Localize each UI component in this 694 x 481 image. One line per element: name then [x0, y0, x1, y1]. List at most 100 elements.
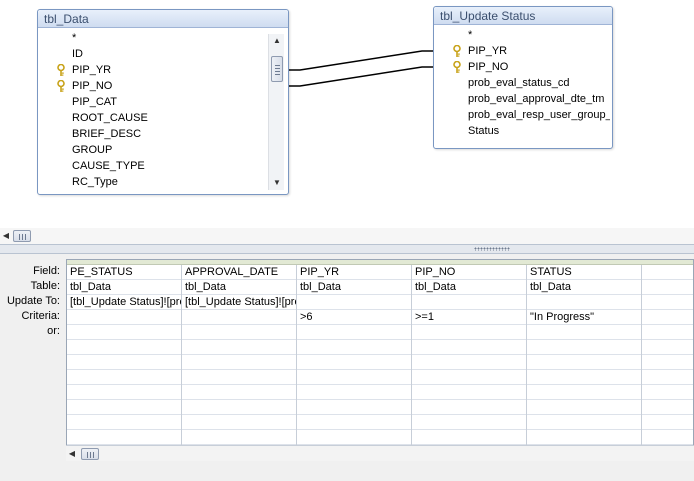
criteria-cell[interactable]: "In Progress" [527, 310, 641, 325]
grid-column[interactable] [642, 265, 693, 452]
field-list-item[interactable]: PIP_NO [438, 59, 610, 75]
query-design-pane[interactable]: tbl_Data * ID PIP_YR PIP_NO PIP_CAT ROOT_CAUS… [0, 0, 694, 228]
empty-cell[interactable] [297, 415, 411, 430]
empty-cell[interactable] [67, 415, 181, 430]
empty-cell[interactable] [412, 370, 526, 385]
scroll-up-arrow-icon[interactable]: ▲ [269, 34, 285, 48]
empty-cell[interactable] [297, 370, 411, 385]
empty-cell[interactable] [412, 340, 526, 355]
empty-cell[interactable] [412, 400, 526, 415]
empty-cell[interactable] [297, 400, 411, 415]
empty-cell[interactable] [182, 340, 296, 355]
empty-cell[interactable] [412, 355, 526, 370]
empty-cell[interactable] [527, 415, 641, 430]
empty-cell[interactable] [527, 340, 641, 355]
empty-cell[interactable] [297, 430, 411, 445]
field-list-item[interactable]: PIP_CAT [42, 94, 284, 110]
scroll-down-arrow-icon[interactable]: ▼ [269, 176, 285, 190]
empty-cell[interactable] [67, 385, 181, 400]
empty-cell[interactable] [182, 415, 296, 430]
field-list-item[interactable]: prob_eval_status_cd [438, 75, 610, 91]
empty-cell[interactable] [182, 400, 296, 415]
table-cell[interactable]: tbl_Data [412, 280, 526, 295]
empty-cell[interactable] [297, 385, 411, 400]
field-cell[interactable]: STATUS [527, 265, 641, 280]
field-cell[interactable]: PE_STATUS [67, 265, 181, 280]
field-list-item[interactable]: Status [438, 123, 610, 139]
empty-cell[interactable] [527, 400, 641, 415]
empty-cell[interactable] [642, 430, 693, 445]
empty-cell[interactable] [297, 355, 411, 370]
field-list-item[interactable]: ROOT_CAUSE [42, 110, 284, 126]
splitter-grip[interactable] [474, 247, 510, 251]
empty-cell[interactable] [642, 370, 693, 385]
field-list-item[interactable]: ID [42, 46, 284, 62]
or-cell[interactable] [67, 325, 181, 340]
design-pane-horizontal-scrollbar[interactable]: ◀ [0, 228, 694, 244]
empty-cell[interactable] [642, 385, 693, 400]
criteria-cell[interactable] [67, 310, 181, 325]
empty-cell[interactable] [642, 400, 693, 415]
scroll-thumb[interactable] [13, 230, 31, 242]
table-cell[interactable]: tbl_Data [297, 280, 411, 295]
table-cell[interactable]: tbl_Data [527, 280, 641, 295]
criteria-cell[interactable] [182, 310, 296, 325]
empty-cell[interactable] [67, 340, 181, 355]
empty-cell[interactable] [182, 430, 296, 445]
field-cell[interactable]: APPROVAL_DATE [182, 265, 296, 280]
scroll-thumb[interactable] [271, 56, 283, 82]
empty-cell[interactable] [67, 430, 181, 445]
or-cell[interactable] [182, 325, 296, 340]
update-to-cell[interactable] [642, 295, 693, 310]
or-cell[interactable] [412, 325, 526, 340]
grid-column[interactable]: PIP_NO tbl_Data >=1 [412, 265, 527, 452]
empty-cell[interactable] [182, 355, 296, 370]
field-list-item[interactable]: prob_eval_approval_dte_tm [438, 91, 610, 107]
field-list-title[interactable]: tbl_Data [38, 10, 288, 28]
field-list-tbl-update-status[interactable]: tbl_Update Status * PIP_YR PIP_NO prob_eval… [433, 6, 613, 149]
empty-cell[interactable] [527, 385, 641, 400]
or-cell[interactable] [297, 325, 411, 340]
criteria-cell[interactable]: >6 [297, 310, 411, 325]
empty-cell[interactable] [642, 340, 693, 355]
empty-cell[interactable] [67, 355, 181, 370]
update-to-cell[interactable] [297, 295, 411, 310]
field-list-item[interactable]: CAUSE_TYPE [42, 158, 284, 174]
field-list-item[interactable]: GROUP [42, 142, 284, 158]
scroll-left-arrow-icon[interactable]: ◀ [0, 228, 12, 244]
scroll-left-arrow-icon[interactable]: ◀ [66, 446, 78, 462]
empty-cell[interactable] [182, 385, 296, 400]
empty-cell[interactable] [527, 355, 641, 370]
empty-cell[interactable] [67, 370, 181, 385]
field-list-item[interactable]: BRIEF_DESC [42, 126, 284, 142]
pane-splitter[interactable] [0, 244, 694, 254]
empty-cell[interactable] [642, 355, 693, 370]
update-to-cell[interactable]: [tbl_Update Status]![prob_eval_status_cd… [67, 295, 181, 310]
table-cell[interactable]: tbl_Data [182, 280, 296, 295]
empty-cell[interactable] [182, 370, 296, 385]
field-list-item[interactable]: * [438, 27, 610, 43]
field-list-tbl-data[interactable]: tbl_Data * ID PIP_YR PIP_NO PIP_CAT ROOT_CAUS… [37, 9, 289, 195]
grid-column[interactable]: PE_STATUS tbl_Data [tbl_Update Status]![pr… [67, 265, 182, 452]
update-to-cell[interactable]: [tbl_Update Status]![prob_eval_approval_… [182, 295, 296, 310]
grid-column[interactable]: PIP_YR tbl_Data >6 [297, 265, 412, 452]
empty-cell[interactable] [527, 370, 641, 385]
field-list-item[interactable]: PIP_NO [42, 78, 284, 94]
empty-cell[interactable] [527, 430, 641, 445]
grid-column[interactable]: APPROVAL_DATE tbl_Data [tbl_Update Status]… [182, 265, 297, 452]
table-cell[interactable] [642, 280, 693, 295]
table-cell[interactable]: tbl_Data [67, 280, 181, 295]
empty-cell[interactable] [67, 400, 181, 415]
empty-cell[interactable] [412, 430, 526, 445]
field-list-item[interactable]: * [42, 30, 284, 46]
criteria-cell[interactable]: >=1 [412, 310, 526, 325]
empty-cell[interactable] [642, 415, 693, 430]
empty-cell[interactable] [297, 340, 411, 355]
field-cell[interactable]: PIP_NO [412, 265, 526, 280]
field-list-title[interactable]: tbl_Update Status [434, 7, 612, 25]
update-to-cell[interactable] [527, 295, 641, 310]
empty-cell[interactable] [412, 415, 526, 430]
or-cell[interactable] [642, 325, 693, 340]
grid-horizontal-scrollbar[interactable]: ◀ [66, 445, 694, 461]
field-list-scrollbar[interactable]: ▲ ▼ [268, 34, 284, 190]
